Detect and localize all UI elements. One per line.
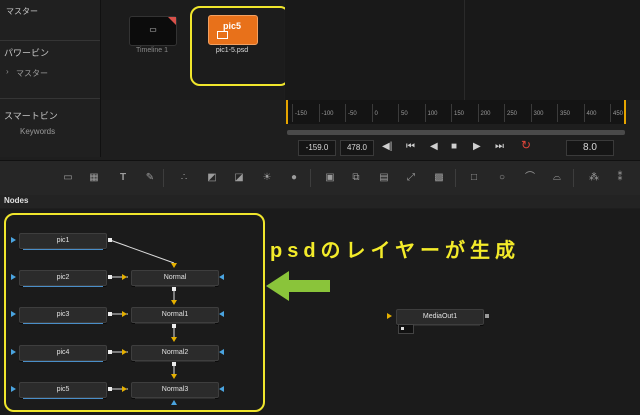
merge-node-normal[interactable]: Normal bbox=[131, 270, 219, 287]
annotation-text: psdのレイヤーが生成 bbox=[270, 240, 520, 262]
loader-node-pic5[interactable]: pic5 bbox=[19, 382, 107, 399]
loader-node-pic3[interactable]: pic3 bbox=[19, 307, 107, 324]
node-viewer-indicator-icon bbox=[398, 324, 414, 334]
merge-node-normal2[interactable]: Normal2 bbox=[131, 345, 219, 362]
loader-node-pic4[interactable]: pic4 bbox=[19, 345, 107, 362]
media-out-node[interactable]: MediaOut1 bbox=[396, 309, 484, 326]
loader-node-pic1[interactable]: pic1 bbox=[19, 233, 107, 250]
merge-node-normal3[interactable]: Normal3 bbox=[131, 382, 219, 399]
loader-node-pic2[interactable]: pic2 bbox=[19, 270, 107, 287]
merge-node-normal1[interactable]: Normal1 bbox=[131, 307, 219, 324]
left-arrow-icon bbox=[266, 271, 330, 301]
